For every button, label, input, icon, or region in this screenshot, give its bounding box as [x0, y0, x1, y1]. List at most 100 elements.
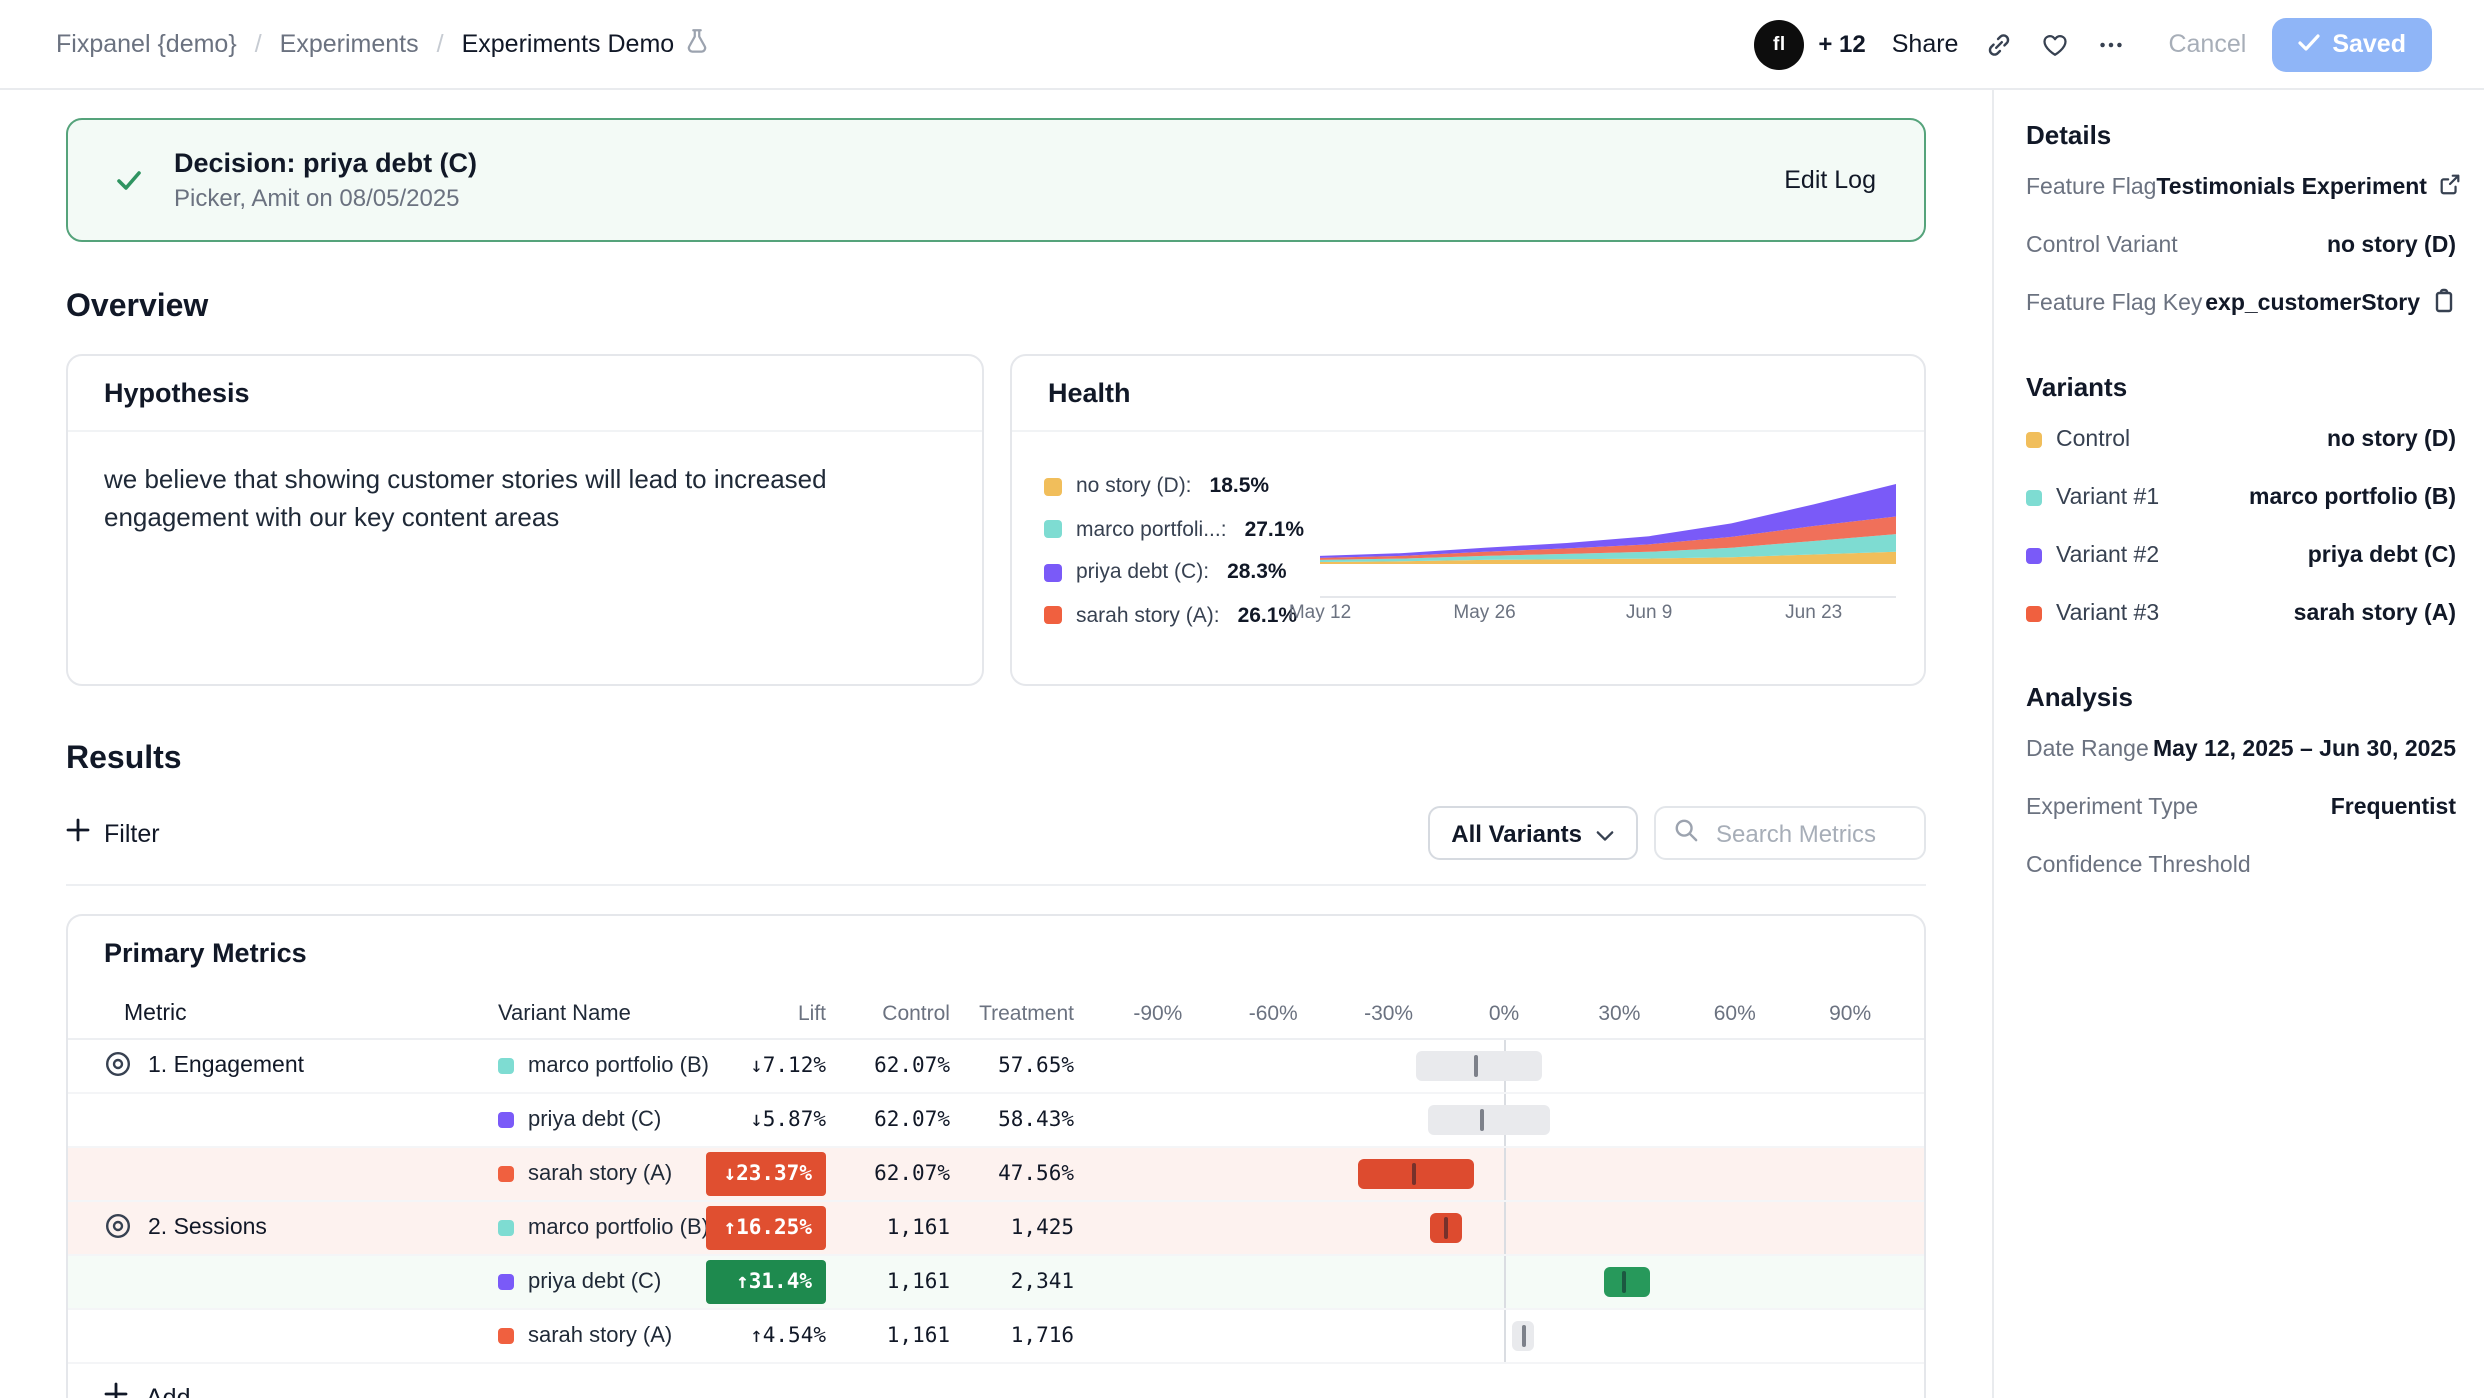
legend-item: no story (D): 18.5%: [1044, 474, 1320, 498]
lift-badge-positive: ↑31.4%: [706, 1260, 826, 1304]
breadcrumb-separator: /: [255, 30, 262, 58]
treatment-value: 1,716: [950, 1324, 1074, 1348]
breadcrumb: Fixpanel {demo} / Experiments / Experime…: [56, 28, 710, 60]
confidence-interval-bar: [1110, 1094, 1882, 1146]
share-button[interactable]: Share: [1892, 30, 1959, 58]
edit-log-button[interactable]: Edit Log: [1784, 166, 1876, 194]
lift-badge-negative: ↑16.25%: [706, 1206, 826, 1250]
variant-color-swatch: [1044, 477, 1062, 495]
chart-x-axis: May 12 May 26 Jun 9 Jun 23: [1320, 602, 1896, 630]
add-filter-button[interactable]: Filter: [66, 818, 160, 848]
more-options-icon[interactable]: [2096, 29, 2126, 59]
axis-tick-label: -30%: [1364, 1001, 1413, 1025]
plus-icon: [104, 1382, 128, 1398]
decision-meta: Picker, Amit on 08/05/2025: [174, 184, 477, 212]
control-value: 62.07%: [826, 1108, 950, 1132]
variant-row: Variant #1 marco portfolio (B): [2026, 468, 2456, 526]
breadcrumb-current[interactable]: Experiments Demo: [462, 28, 711, 60]
metric-name: 2. Sessions: [148, 1216, 267, 1240]
variant-color-swatch: [2026, 547, 2042, 563]
variant-name: sarah story (A): [528, 1162, 672, 1186]
treatment-value: 47.56%: [950, 1162, 1074, 1186]
table-row[interactable]: sarah story (A) ↑4.54% 1,161 1,716: [68, 1310, 1924, 1364]
feature-flag-key-value: exp_customerStory: [2205, 287, 2456, 319]
date-range-row: Date Range May 12, 2025 – Jun 30, 2025: [2026, 720, 2456, 778]
control-value: 1,161: [826, 1270, 950, 1294]
main-content: Decision: priya debt (C) Picker, Amit on…: [0, 90, 1992, 1398]
variant-name: sarah story (A): [528, 1324, 672, 1348]
variant-color-swatch: [498, 1112, 514, 1128]
lift-value: ↓5.87%: [706, 1094, 826, 1146]
control-value: 62.07%: [826, 1162, 950, 1186]
variant-color-swatch: [498, 1166, 514, 1182]
breadcrumb-project[interactable]: Fixpanel {demo}: [56, 30, 237, 58]
health-title: Health: [1012, 356, 1924, 432]
page-title: Experiments Demo: [462, 30, 675, 58]
analysis-heading: Analysis: [2026, 682, 2456, 712]
variants-heading: Variants: [2026, 372, 2456, 402]
add-metric-button[interactable]: Add: [68, 1364, 1924, 1398]
health-legend: no story (D): 18.5% marco portfoli...: 2…: [1044, 456, 1320, 630]
cancel-button[interactable]: Cancel: [2168, 30, 2246, 58]
variant-color-swatch: [498, 1058, 514, 1074]
details-heading: Details: [2026, 120, 2456, 150]
axis-tick-label: 60%: [1714, 1001, 1756, 1025]
variant-color-swatch: [498, 1274, 514, 1290]
table-row[interactable]: priya debt (C) ↓5.87% 62.07% 58.43%: [68, 1094, 1924, 1148]
table-row[interactable]: 1. Engagement marco portfolio (B) ↓7.12%…: [68, 1040, 1924, 1094]
stacked-area-chart: [1320, 472, 1896, 596]
lift-badge-negative: ↓23.37%: [706, 1152, 826, 1196]
table-row[interactable]: sarah story (A) ↓23.37% 62.07% 47.56%: [68, 1148, 1924, 1202]
search-icon: [1674, 815, 1698, 851]
confidence-interval-bar: [1110, 1040, 1882, 1092]
favorite-heart-icon[interactable]: [2040, 29, 2070, 59]
table-row[interactable]: 2. Sessions marco portfolio (B) ↑16.25% …: [68, 1202, 1924, 1256]
search-metrics-input[interactable]: [1712, 817, 1906, 849]
copy-clipboard-icon[interactable]: [2432, 287, 2456, 319]
variants-dropdown[interactable]: All Variants: [1427, 806, 1638, 860]
confidence-threshold-row: Confidence Threshold: [2026, 836, 2456, 894]
breadcrumb-experiments[interactable]: Experiments: [280, 30, 419, 58]
treatment-value: 2,341: [950, 1270, 1074, 1294]
variant-color-swatch: [498, 1328, 514, 1344]
saved-button[interactable]: Saved: [2272, 17, 2432, 71]
legend-item: priya debt (C): 28.3%: [1044, 560, 1320, 584]
avatar[interactable]: fl: [1754, 19, 1804, 69]
axis-tick-label: 90%: [1829, 1001, 1871, 1025]
col-variant-name: Variant Name: [498, 1001, 706, 1025]
table-row[interactable]: priya debt (C) ↑31.4% 1,161 2,341: [68, 1256, 1924, 1310]
plus-icon: [66, 818, 90, 848]
treatment-value: 1,425: [950, 1216, 1074, 1240]
col-control: Control: [826, 1001, 950, 1025]
variant-color-swatch: [2026, 489, 2042, 505]
decision-title: Decision: priya debt (C): [174, 148, 477, 178]
variant-name: marco portfolio (B): [528, 1216, 709, 1240]
variant-row: Variant #2 priya debt (C): [2026, 526, 2456, 584]
variant-color-swatch: [1044, 606, 1062, 624]
collaborators-count[interactable]: + 12: [1818, 30, 1865, 58]
table-header: Metric Variant Name Lift Control Treatme…: [68, 988, 1924, 1040]
col-lift: Lift: [706, 988, 826, 1038]
search-metrics-box[interactable]: [1654, 806, 1926, 860]
variant-color-swatch: [1044, 520, 1062, 538]
experiments-page: Fixpanel {demo} / Experiments / Experime…: [0, 0, 2484, 1398]
link-icon[interactable]: [1984, 29, 2014, 59]
feature-flag-value[interactable]: Testimonials Experiment: [2156, 172, 2463, 202]
variant-row: Control no story (D): [2026, 410, 2456, 468]
control-value: 1,161: [826, 1324, 950, 1348]
variant-color-swatch: [2026, 605, 2042, 621]
variant-name: marco portfolio (B): [528, 1054, 709, 1078]
target-icon: [104, 1049, 132, 1083]
treatment-value: 58.43%: [950, 1108, 1074, 1132]
experiment-type-row: Experiment Type Frequentist: [2026, 778, 2456, 836]
confidence-interval-bar: [1110, 1256, 1882, 1308]
confidence-interval-bar: [1110, 1148, 1882, 1200]
feature-flag-row: Feature Flag Testimonials Experiment: [2026, 158, 2456, 216]
external-link-icon[interactable]: [2439, 172, 2463, 202]
lift-value: ↓7.12%: [706, 1040, 826, 1092]
control-value: 1,161: [826, 1216, 950, 1240]
overview-heading: Overview: [66, 290, 1926, 326]
primary-metrics-title: Primary Metrics: [68, 916, 1924, 988]
hypothesis-card: Hypothesis we believe that showing custo…: [66, 354, 984, 686]
metric-name: 1. Engagement: [148, 1054, 304, 1078]
